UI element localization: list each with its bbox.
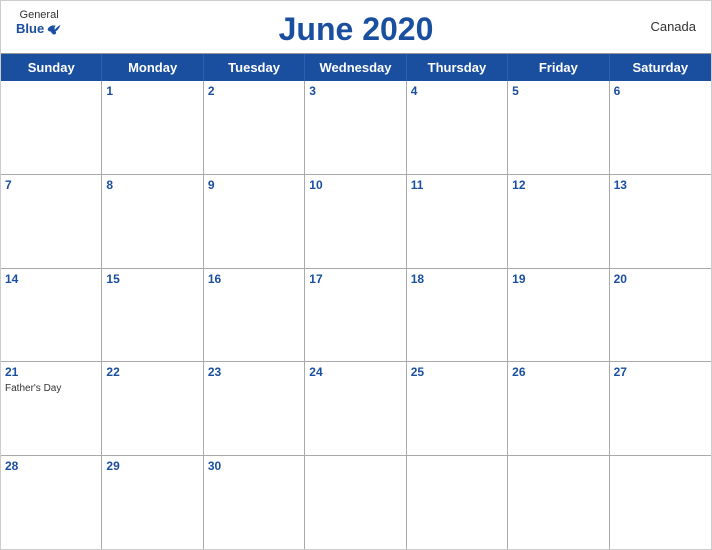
week-row-1: 123456 [1,81,711,175]
day-number: 23 [208,365,300,381]
day-cell [610,456,711,549]
day-cell: 7 [1,175,102,268]
day-number: 8 [106,178,198,194]
week-row-2: 789 10 11 12 13 [1,175,711,269]
day-number: 6 [614,84,707,100]
day-cell [1,81,102,174]
day-cell: 21 Father's Day [1,362,102,455]
day-number: 27 [614,365,707,381]
day-number: 4 [411,84,503,100]
day-cell: 12 [508,175,609,268]
day-cell: 20 [610,269,711,362]
day-cell [508,456,609,549]
logo-blue: Blue [16,21,62,36]
day-cell: 4 [407,81,508,174]
day-cell: 8 [102,175,203,268]
day-cell: 13 [610,175,711,268]
day-number: 16 [208,272,300,288]
event-label: Father's Day [5,383,97,394]
day-header-sunday: Sunday [1,54,102,81]
logo-bird-icon [46,22,62,36]
day-header-thursday: Thursday [407,54,508,81]
country-label: Canada [650,19,696,34]
calendar-header: General Blue June 2020 Canada [1,1,711,53]
logo-area: General Blue [16,9,62,36]
calendar-container: General Blue June 2020 Canada SundayMond… [0,0,712,550]
day-number: 20 [614,272,707,288]
weeks-container: 123456789101112131415161718192021Father'… [1,81,711,549]
week-row-4: 21 Father's Day 22 23 24 25 26 27 [1,362,711,456]
day-cell: 26 [508,362,609,455]
day-number: 1 [106,84,198,100]
day-number: 22 [106,365,198,381]
day-number: 19 [512,272,604,288]
day-number: 14 [5,272,97,288]
day-number: 26 [512,365,604,381]
day-number: 10 [309,178,401,194]
day-cell: 9 [204,175,305,268]
day-number: 11 [411,178,503,194]
day-number: 18 [411,272,503,288]
day-cell: 24 [305,362,406,455]
day-number: 29 [106,459,198,475]
day-cell: 22 [102,362,203,455]
day-cell: 28 [1,456,102,549]
day-cell: 23 [204,362,305,455]
day-number: 30 [208,459,300,475]
day-cell: 11 [407,175,508,268]
logo-general: General [20,9,59,21]
day-cell: 15 [102,269,203,362]
day-number: 7 [5,178,97,194]
day-headers-row: SundayMondayTuesdayWednesdayThursdayFrid… [1,54,711,81]
day-cell: 27 [610,362,711,455]
day-cell: 5 [508,81,609,174]
day-cell [305,456,406,549]
day-cell: 3 [305,81,406,174]
day-cell: 16 [204,269,305,362]
day-header-friday: Friday [508,54,609,81]
day-number: 2 [208,84,300,100]
day-number: 24 [309,365,401,381]
day-header-wednesday: Wednesday [305,54,406,81]
day-number: 9 [208,178,300,194]
week-row-3: 14 15 16 17 18 19 20 [1,269,711,363]
week-row-5: 28 29 30 [1,456,711,549]
day-cell: 29 [102,456,203,549]
calendar-title: June 2020 [279,11,434,48]
day-number: 25 [411,365,503,381]
day-number: 13 [614,178,707,194]
day-cell: 2 [204,81,305,174]
day-header-monday: Monday [102,54,203,81]
day-cell: 18 [407,269,508,362]
day-number: 12 [512,178,604,194]
day-cell: 1 [102,81,203,174]
day-cell: 25 [407,362,508,455]
day-header-tuesday: Tuesday [204,54,305,81]
day-cell: 17 [305,269,406,362]
day-header-saturday: Saturday [610,54,711,81]
day-number: 21 [5,365,97,381]
day-cell: 14 [1,269,102,362]
day-cell: 6 [610,81,711,174]
day-number: 5 [512,84,604,100]
day-number: 3 [309,84,401,100]
calendar-grid: SundayMondayTuesdayWednesdayThursdayFrid… [1,53,711,549]
day-cell: 30 [204,456,305,549]
day-number: 17 [309,272,401,288]
day-number: 28 [5,459,97,475]
day-cell: 10 [305,175,406,268]
day-cell [407,456,508,549]
day-number: 15 [106,272,198,288]
day-cell: 19 [508,269,609,362]
